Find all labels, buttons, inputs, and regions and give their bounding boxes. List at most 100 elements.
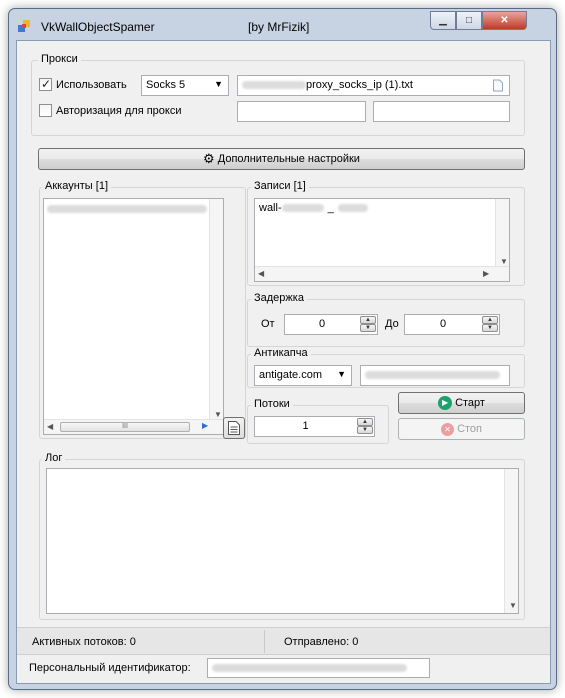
- additional-settings-label: Дополнительные настройки: [217, 153, 360, 165]
- use-proxy-label: Использовать: [56, 79, 127, 91]
- delay-to-spinner[interactable]: ▲ ▼: [482, 316, 498, 333]
- scroll-down-arrow-icon[interactable]: ▼: [509, 601, 517, 610]
- delay-to-input[interactable]: 0 ▲ ▼: [404, 314, 500, 335]
- record-prefix: wall-: [259, 202, 282, 214]
- accounts-horizontal-scrollbar[interactable]: ◀ III ▶: [44, 419, 223, 434]
- list-item[interactable]: [47, 203, 207, 215]
- checkmark-icon: ✓: [41, 77, 52, 91]
- delay-group-title: Задержка: [251, 292, 307, 304]
- play-icon: ▶: [438, 396, 453, 411]
- file-icon[interactable]: [493, 79, 503, 92]
- personal-id-label: Персональный идентификатор:: [29, 662, 191, 674]
- proxy-auth-checkbox[interactable]: [39, 104, 52, 117]
- use-proxy-checkbox[interactable]: ✓: [39, 77, 52, 91]
- records-group-title: Записи [1]: [251, 180, 309, 192]
- app-icon: [18, 20, 30, 32]
- client-area: Прокси ✓ Использовать Socks 5 ▼ proxy_so…: [16, 40, 551, 684]
- app-window: VkWallObjectSpamer [by MrFizik] ▁ □ ✕ Пр…: [8, 8, 557, 690]
- threads-group-title: Потоки: [251, 398, 293, 410]
- spin-down-icon[interactable]: ▼: [482, 324, 498, 332]
- spin-down-icon[interactable]: ▼: [360, 324, 376, 332]
- window-title: VkWallObjectSpamer: [41, 20, 155, 34]
- redacted-id: [337, 204, 368, 213]
- scroll-thumb-grip: III: [122, 423, 128, 430]
- scroll-left-arrow-icon[interactable]: ◀: [47, 422, 53, 431]
- stop-icon: ✕: [441, 422, 454, 436]
- proxy-auth-label: Авторизация для прокси: [56, 105, 182, 117]
- status-divider: [264, 630, 265, 653]
- start-button[interactable]: ▶ Старт: [398, 392, 525, 414]
- delay-from-input[interactable]: 0 ▲ ▼: [284, 314, 378, 335]
- spin-up-icon[interactable]: ▲: [360, 316, 376, 324]
- accounts-group-title: Аккаунты [1]: [42, 180, 112, 192]
- log-textarea[interactable]: ▼: [46, 468, 519, 614]
- redacted-path: [242, 81, 306, 90]
- proxy-password-field[interactable]: [373, 101, 510, 122]
- proxy-file-field[interactable]: proxy_socks_ip (1).txt: [237, 75, 510, 96]
- records-vertical-scrollbar[interactable]: ▼: [495, 199, 509, 267]
- scroll-down-arrow-icon[interactable]: ▼: [214, 410, 222, 419]
- sent-count-status: Отправлено: 0: [284, 636, 359, 648]
- chevron-down-icon: ▼: [214, 79, 223, 89]
- chevron-down-icon: ▼: [337, 369, 346, 379]
- close-button[interactable]: ✕: [482, 11, 527, 30]
- proxy-file-name: proxy_socks_ip (1).txt: [306, 79, 413, 91]
- scroll-thumb[interactable]: III: [60, 422, 190, 432]
- delay-from-spinner[interactable]: ▲ ▼: [360, 316, 376, 333]
- stop-label: Стоп: [457, 423, 482, 435]
- threads-value: 1: [302, 420, 309, 432]
- title-bar[interactable]: VkWallObjectSpamer [by MrFizik] ▁ □ ✕: [9, 9, 556, 41]
- records-group: Записи [1] wall- _ ▼ ◀ ▶: [247, 180, 525, 286]
- accounts-group: Аккаунты [1] ▼ ◀ III ▶: [39, 180, 246, 439]
- threads-spinner[interactable]: ▲ ▼: [357, 418, 373, 435]
- gear-icon: ⚙: [203, 151, 215, 167]
- scroll-left-arrow-icon[interactable]: ◀: [258, 269, 264, 278]
- record-separator: _: [327, 202, 334, 214]
- anticaptcha-group-title: Антикапча: [251, 347, 311, 359]
- accounts-file-button[interactable]: [223, 417, 245, 439]
- proxy-login-field[interactable]: [237, 101, 366, 122]
- scroll-right-arrow-icon[interactable]: ▶: [202, 421, 208, 430]
- records-horizontal-scrollbar[interactable]: ◀ ▶: [255, 266, 509, 281]
- accounts-list[interactable]: ▼ ◀ III ▶: [43, 198, 224, 435]
- log-vertical-scrollbar[interactable]: ▼: [504, 469, 518, 613]
- minimize-button[interactable]: ▁: [430, 11, 456, 30]
- spin-up-icon[interactable]: ▲: [357, 418, 373, 426]
- stop-button[interactable]: ✕ Стоп: [398, 418, 525, 440]
- log-group-title: Лог: [42, 452, 66, 464]
- proxy-type-value: Socks 5: [146, 79, 186, 91]
- scroll-down-arrow-icon[interactable]: ▼: [500, 257, 508, 266]
- redacted-key: [365, 371, 500, 380]
- redacted-id: [212, 664, 407, 673]
- additional-settings-button[interactable]: ⚙ Дополнительные настройки: [38, 148, 525, 170]
- delay-to-label: До: [385, 318, 399, 330]
- delay-to-value: 0: [439, 318, 447, 330]
- spin-up-icon[interactable]: ▲: [482, 316, 498, 324]
- maximize-button[interactable]: □: [456, 11, 482, 30]
- redacted-account: [47, 205, 207, 214]
- anticaptcha-key-field[interactable]: [360, 365, 510, 386]
- accounts-vertical-scrollbar[interactable]: ▼: [209, 199, 223, 420]
- redacted-id: [281, 204, 324, 213]
- active-threads-status: Активных потоков: 0: [32, 636, 136, 648]
- window-title-author: [by MrFizik]: [248, 20, 310, 34]
- records-list[interactable]: wall- _ ▼ ◀ ▶: [254, 198, 510, 282]
- proxy-group-title: Прокси: [38, 53, 81, 65]
- spin-down-icon[interactable]: ▼: [357, 426, 373, 434]
- proxy-type-select[interactable]: Socks 5 ▼: [141, 75, 229, 96]
- delay-group: Задержка От 0 ▲ ▼ До 0 ▲ ▼: [247, 292, 525, 347]
- log-group: Лог ▼: [39, 452, 525, 620]
- delay-from-label: От: [261, 318, 275, 330]
- start-label: Старт: [455, 397, 485, 409]
- threads-group: Потоки 1 ▲ ▼: [247, 398, 389, 444]
- list-item[interactable]: wall- _: [259, 202, 368, 214]
- personal-id-field[interactable]: [207, 658, 430, 678]
- document-icon: [228, 421, 240, 435]
- anticaptcha-service-value: antigate.com: [259, 369, 322, 381]
- proxy-group: Прокси ✓ Использовать Socks 5 ▼ proxy_so…: [31, 53, 525, 136]
- delay-from-value: 0: [318, 318, 326, 330]
- scroll-right-arrow-icon[interactable]: ▶: [483, 269, 489, 278]
- status-bar: Активных потоков: 0 Отправлено: 0: [17, 627, 550, 655]
- anticaptcha-service-select[interactable]: antigate.com ▼: [254, 365, 352, 386]
- threads-input[interactable]: 1 ▲ ▼: [254, 416, 375, 437]
